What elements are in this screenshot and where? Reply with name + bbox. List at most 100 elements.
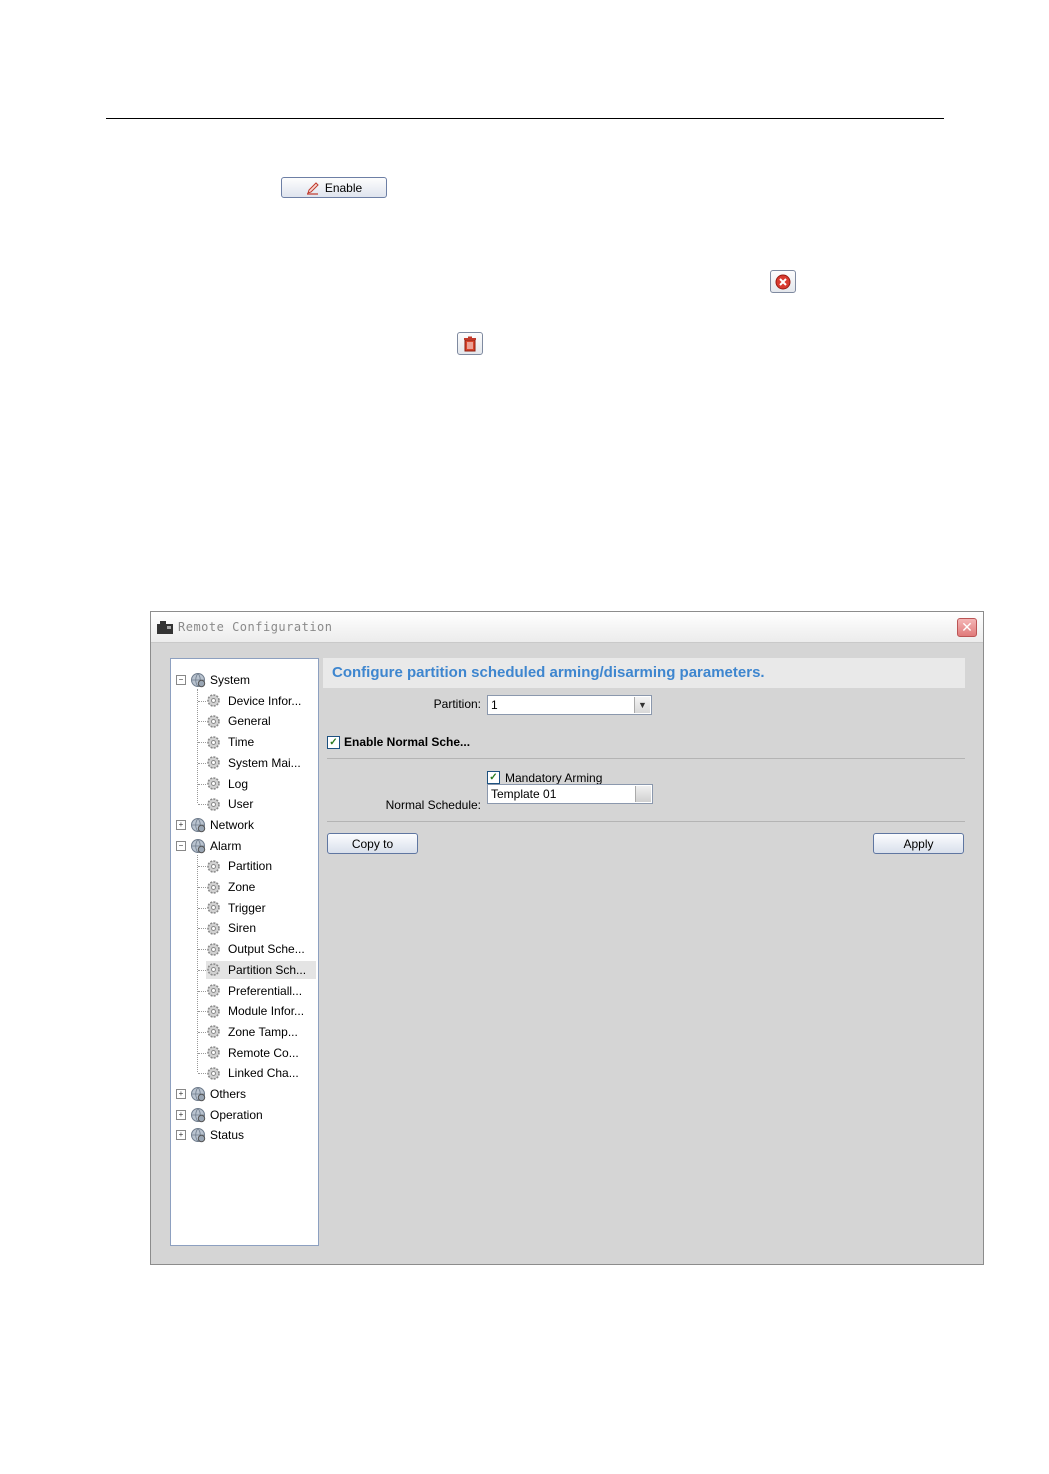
tree-connector xyxy=(198,721,206,723)
tree-connector xyxy=(198,1011,206,1013)
partition-select-value: 1 xyxy=(491,698,498,712)
tree-item-label: User xyxy=(228,797,254,812)
tree-item-label: Zone xyxy=(228,880,256,894)
panel-header-text: Configure partition scheduled arming/dis… xyxy=(332,664,765,681)
app-icon xyxy=(157,621,173,634)
tree-item[interactable]: Partition xyxy=(206,857,272,875)
tree-item[interactable]: Zone Tamp... xyxy=(206,1023,298,1041)
tree-expander-system[interactable]: − xyxy=(176,675,186,685)
enable-normal-schedule-label: Enable Normal Sche... xyxy=(344,735,471,749)
tree-item-label: General xyxy=(228,714,271,729)
tree-group-system[interactable]: System xyxy=(190,671,250,689)
window-title: Remote Configuration xyxy=(178,620,333,634)
tree-connector xyxy=(198,783,206,785)
tree-connector xyxy=(198,928,206,930)
section-divider-bottom xyxy=(327,821,965,822)
tree-item-label: Time xyxy=(228,735,255,750)
tree-connector xyxy=(197,689,198,804)
tree-group-status[interactable]: Status xyxy=(190,1126,244,1144)
gear-icon xyxy=(206,983,221,998)
normal-schedule-value: Template 01 xyxy=(491,787,557,801)
tree-item-label: Linked Cha... xyxy=(228,1066,299,1081)
tree-item-label: Partition Sch... xyxy=(228,962,307,977)
tree-group-alarm[interactable]: Alarm xyxy=(190,837,241,855)
enable-normal-schedule-checkbox[interactable]: ✓ xyxy=(327,736,340,749)
tree-connector xyxy=(198,742,206,744)
globe-gear-icon xyxy=(190,1107,206,1123)
tree-item-label: Siren xyxy=(228,921,257,936)
gear-icon xyxy=(206,1004,221,1019)
copy-to-button[interactable]: Copy to xyxy=(327,833,418,854)
panel-header: Configure partition scheduled arming/dis… xyxy=(323,658,965,688)
tree-item-label: Output Sche... xyxy=(228,942,305,957)
tree-expander-operation[interactable]: + xyxy=(176,1109,186,1120)
tree-expander-network[interactable]: + xyxy=(176,819,186,830)
tree-expander-status[interactable]: + xyxy=(176,1130,186,1141)
tree-connector xyxy=(198,1031,206,1033)
globe-gear-icon xyxy=(190,672,206,688)
enable-button[interactable]: Enable xyxy=(281,177,387,198)
gear-icon xyxy=(206,1045,221,1060)
gear-icon xyxy=(206,1024,221,1039)
tree-item[interactable]: Siren xyxy=(206,919,256,937)
tree-group-operation[interactable]: Operation xyxy=(190,1106,263,1124)
tree-item[interactable]: User xyxy=(206,795,253,813)
tree-expander-alarm[interactable]: − xyxy=(176,840,186,851)
pencil-icon xyxy=(306,181,319,195)
tree-connector xyxy=(198,887,206,888)
normal-schedule-field[interactable]: Template 01 xyxy=(487,784,653,804)
normal-schedule-label: Normal Schedule: xyxy=(385,798,481,812)
cancel-icon-button[interactable] xyxy=(770,270,796,293)
tree-group-label: Status xyxy=(210,1128,245,1143)
delete-icon-button[interactable] xyxy=(457,332,483,355)
tree-item-label: System Mai... xyxy=(228,755,301,770)
tree-item[interactable]: Log xyxy=(206,775,248,793)
tree-item-label: Preferentiall... xyxy=(228,983,303,998)
globe-gear-icon xyxy=(190,838,206,854)
gear-icon xyxy=(206,1066,221,1081)
apply-button[interactable]: Apply xyxy=(873,833,964,854)
tree-item[interactable]: Module Infor... xyxy=(206,1002,304,1020)
partition-select[interactable]: 1 ▼ xyxy=(487,695,652,715)
partition-label: Partition: xyxy=(433,697,481,711)
tree-group-others[interactable]: Others xyxy=(190,1085,246,1103)
tree-item[interactable]: Output Sche... xyxy=(206,940,305,958)
tree-item[interactable]: Partition Sch... xyxy=(206,960,316,979)
window-titlebar: Remote Configuration ✕ xyxy=(151,612,983,643)
enable-button-label: Enable xyxy=(324,180,363,195)
page-header-rule xyxy=(106,118,944,119)
tree-connector xyxy=(198,804,206,806)
tree-group-network[interactable]: Network xyxy=(190,816,254,834)
tree-connector xyxy=(198,1052,206,1054)
schedule-picker-icon[interactable] xyxy=(635,786,651,802)
gear-icon xyxy=(206,797,221,812)
tree-item-label: Trigger xyxy=(228,900,266,915)
tree-item[interactable]: Linked Cha... xyxy=(206,1064,299,1082)
gear-icon xyxy=(206,900,221,915)
tree-item[interactable]: System Mai... xyxy=(206,754,301,772)
apply-label: Apply xyxy=(903,836,934,851)
tree-item[interactable]: Device Infor... xyxy=(206,692,301,710)
tree-item[interactable]: Time xyxy=(206,733,254,751)
gear-icon xyxy=(206,755,221,770)
globe-gear-icon xyxy=(190,817,206,833)
tree-item-label: Partition xyxy=(228,859,273,874)
tree-item[interactable]: General xyxy=(206,712,271,730)
tree-item-label: Module Infor... xyxy=(228,1004,305,1019)
mandatory-arming-label: Mandatory Arming xyxy=(505,771,603,785)
copy-to-label: Copy to xyxy=(351,836,394,851)
tree-expander-others[interactable]: + xyxy=(176,1089,186,1099)
tree-item[interactable]: Preferentiall... xyxy=(206,982,302,1000)
tree-group-label: System xyxy=(210,673,251,687)
tree-item[interactable]: Zone xyxy=(206,878,255,896)
gear-icon xyxy=(206,942,221,957)
tree-item[interactable]: Remote Co... xyxy=(206,1044,299,1062)
remote-configuration-window: Remote Configuration ✕ − System Device Inf… xyxy=(150,611,984,1265)
tree-item-label: Device Infor... xyxy=(228,693,302,708)
window-close-button[interactable]: ✕ xyxy=(957,618,977,637)
mandatory-arming-checkbox[interactable]: ✓ xyxy=(487,771,500,784)
tree-connector xyxy=(198,949,206,951)
gear-icon xyxy=(206,859,221,874)
tree-item[interactable]: Trigger xyxy=(206,899,266,917)
globe-gear-icon xyxy=(190,1086,206,1102)
